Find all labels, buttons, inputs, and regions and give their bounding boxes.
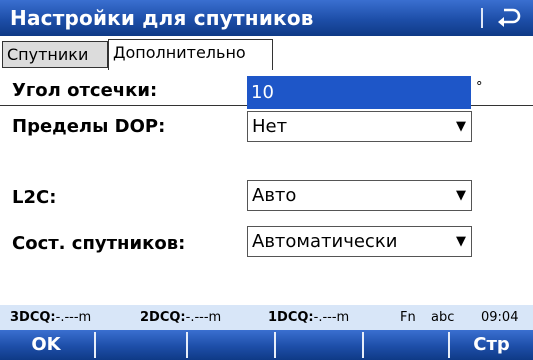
dropdown-arrow-icon: ▼ xyxy=(456,188,466,203)
back-button[interactable] xyxy=(492,3,526,33)
tab-advanced[interactable]: Дополнительно xyxy=(108,39,273,70)
fn-indicator: Fn xyxy=(400,310,416,325)
softkey-f4[interactable] xyxy=(276,330,360,360)
cutoff-angle-label: Угол отсечки: xyxy=(12,80,158,101)
tab-strip: Спутники Дополнительно xyxy=(0,36,533,106)
dropdown-arrow-icon: ▼ xyxy=(456,119,466,134)
softkey-bar: OK Стр xyxy=(0,330,533,360)
l2c-select[interactable]: Авто ▼ xyxy=(247,180,472,211)
cutoff-angle-input[interactable]: 10 xyxy=(247,76,471,109)
tab-satellites[interactable]: Спутники xyxy=(2,41,108,68)
window-title: Настройки для спутников xyxy=(10,6,314,30)
satellite-state-value: Автоматически xyxy=(252,231,398,252)
clock: 09:04 xyxy=(481,310,519,325)
title-separator xyxy=(481,8,483,28)
dop-limits-select[interactable]: Нет ▼ xyxy=(247,111,472,142)
l2c-label: L2C: xyxy=(12,187,57,208)
ok-button[interactable]: OK xyxy=(0,330,92,360)
dop-limits-value: Нет xyxy=(252,116,288,137)
status-1dcq: 1DCQ:-.---m xyxy=(268,310,350,325)
satellite-state-label: Сост. спутников: xyxy=(12,233,186,254)
status-bar: 3DCQ:-.---m 2DCQ:-.---m 1DCQ:-.---m Fn a… xyxy=(0,305,533,330)
status-3dcq: 3DCQ:-.---m xyxy=(10,310,92,325)
l2c-value: Авто xyxy=(252,185,297,206)
page-button[interactable]: Стр xyxy=(450,330,533,360)
degree-unit: ° xyxy=(476,80,483,95)
dropdown-arrow-icon: ▼ xyxy=(456,234,466,249)
back-arrow-icon xyxy=(498,8,521,27)
satellite-state-select[interactable]: Автоматически ▼ xyxy=(247,226,472,257)
softkey-f3[interactable] xyxy=(188,330,272,360)
status-2dcq: 2DCQ:-.---m xyxy=(140,310,222,325)
cutoff-angle-value: 10 xyxy=(251,82,274,103)
softkey-f2[interactable] xyxy=(96,330,184,360)
softkey-f5[interactable] xyxy=(364,330,446,360)
input-mode-indicator: abc xyxy=(431,310,455,325)
dop-limits-label: Пределы DOP: xyxy=(12,116,166,137)
title-bar: Настройки для спутников xyxy=(0,0,533,36)
